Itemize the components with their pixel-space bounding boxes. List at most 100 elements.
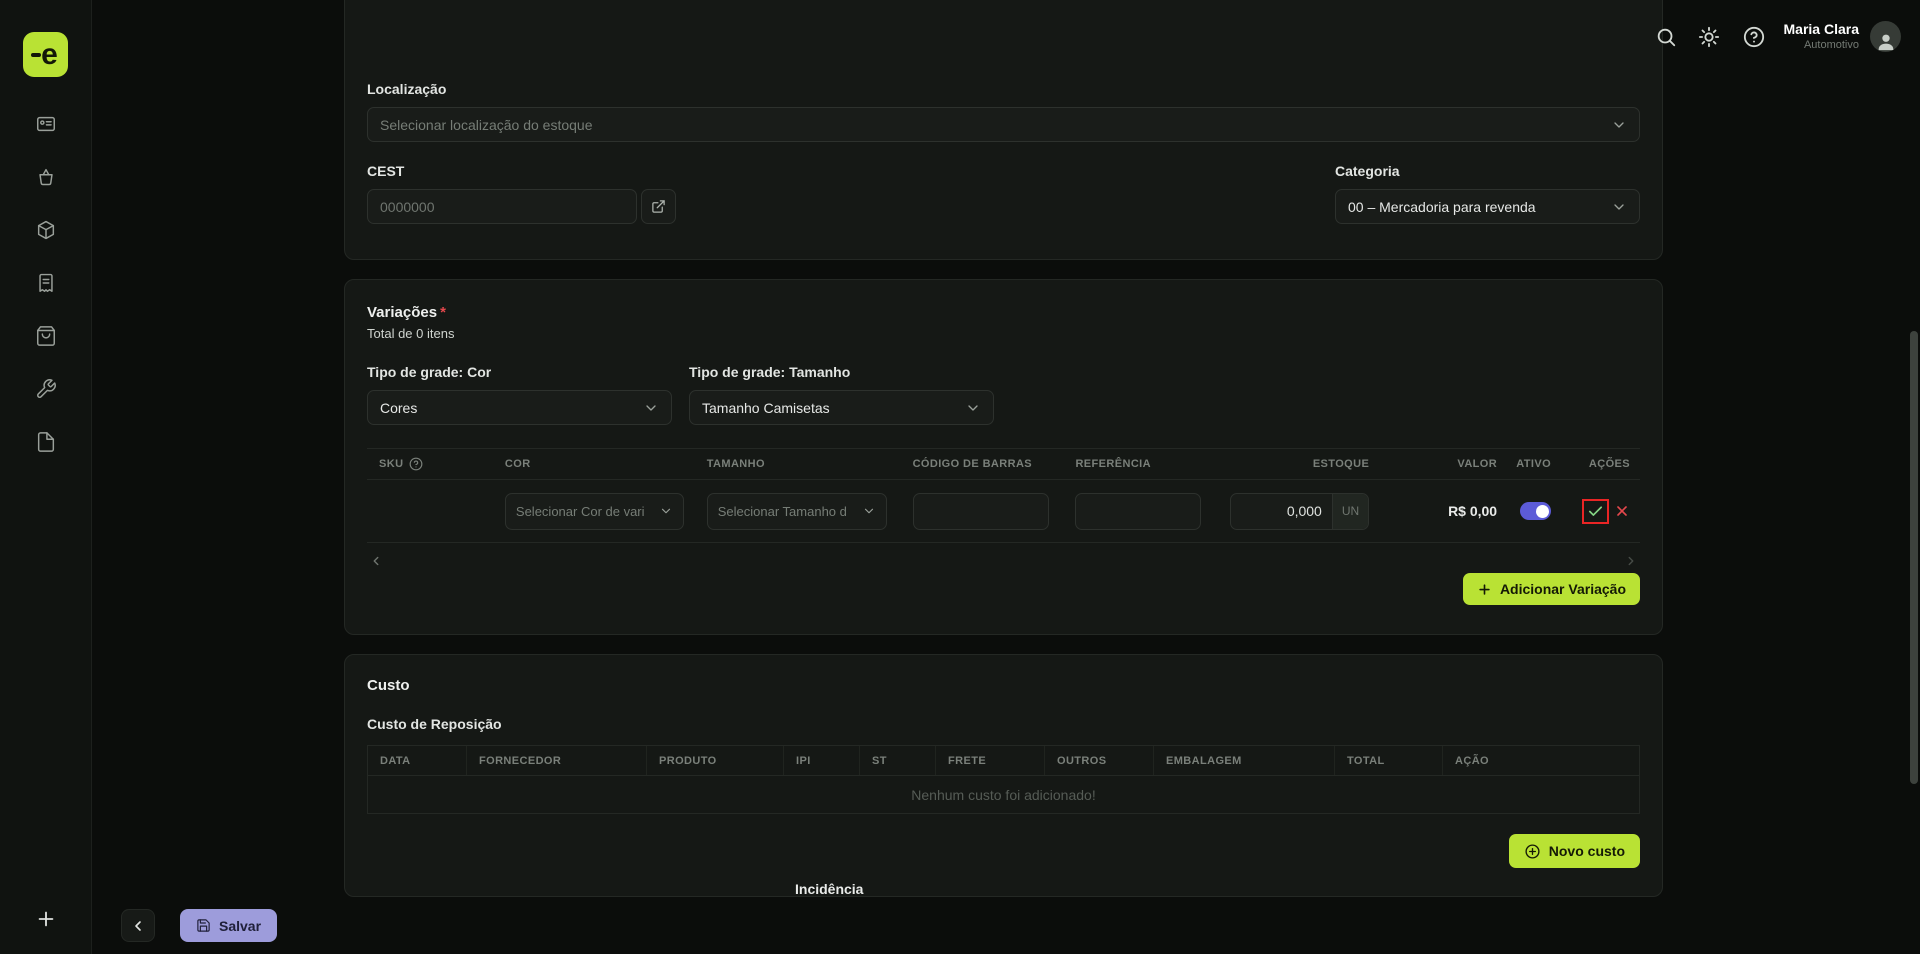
bag-icon: [35, 325, 57, 347]
cost-empty-message: Nenhum custo foi adicionado!: [368, 776, 1639, 813]
user-name: Maria Clara: [1784, 21, 1859, 39]
file-icon: [35, 431, 57, 453]
cell-valor: R$ 0,00: [1391, 503, 1501, 519]
sidebar-item-tools[interactable]: [35, 378, 57, 400]
cell-acoes: [1557, 499, 1640, 524]
header-estoque: ESTOQUE: [1221, 458, 1391, 470]
chevron-down-icon: [659, 504, 673, 518]
header-referencia: REFERÊNCIA: [1063, 458, 1221, 470]
categoria-select[interactable]: 00 – Mercadoria para revenda: [1335, 189, 1640, 224]
cell-ativo: [1501, 502, 1557, 520]
receipt-icon: [35, 272, 57, 294]
package-icon: [35, 219, 57, 241]
scrollbar-thumb[interactable]: [1910, 331, 1918, 784]
cest-lookup-button[interactable]: [641, 189, 676, 224]
x-icon: [1614, 503, 1630, 519]
cest-group: CEST: [367, 163, 676, 224]
cell-referencia: [1063, 493, 1221, 530]
chevron-down-icon: [643, 400, 659, 416]
variations-table-header: SKU COR TAMANHO CÓDIGO DE BARRAS REFERÊN…: [367, 448, 1640, 480]
new-cost-label: Novo custo: [1549, 843, 1625, 859]
sidebar-item-invoices[interactable]: [35, 272, 57, 294]
sidebar-add-button[interactable]: [35, 908, 57, 930]
new-cost-button[interactable]: Novo custo: [1509, 834, 1640, 868]
grade-tamanho-select[interactable]: Tamanho Camisetas: [689, 390, 994, 425]
cest-input[interactable]: [367, 189, 637, 224]
sidebar-item-reports[interactable]: [35, 431, 57, 453]
cest-label: CEST: [367, 163, 676, 179]
variations-card: Variações* Total de 0 itens Tipo de grad…: [344, 279, 1663, 635]
plus-icon: [1477, 582, 1492, 597]
variation-row: Selecionar Cor de vari Selecionar Tamanh…: [367, 480, 1640, 543]
ativo-toggle[interactable]: [1520, 502, 1551, 520]
user-role: Automotivo: [1784, 39, 1859, 53]
search-button[interactable]: [1655, 26, 1677, 48]
referencia-input[interactable]: [1075, 493, 1201, 530]
header-fornecedor: FORNECEDOR: [467, 746, 647, 775]
cost-table-header: DATA FORNECEDOR PRODUTO IPI ST FRETE OUT…: [368, 746, 1639, 776]
app-screen: e: [0, 0, 1920, 954]
required-asterisk: *: [440, 304, 446, 321]
external-link-icon: [651, 199, 666, 214]
sku-help-icon[interactable]: [409, 457, 423, 471]
header-acao: AÇÃO: [1443, 746, 1639, 775]
variation-tamanho-select[interactable]: Selecionar Tamanho d: [707, 493, 887, 530]
app-logo[interactable]: e: [23, 32, 68, 77]
estoque-input[interactable]: 0,000 UN: [1230, 493, 1369, 530]
incidencia-heading: Incidência: [795, 881, 1640, 897]
grade-tamanho-group: Tipo de grade: Tamanho Tamanho Camisetas: [689, 364, 994, 425]
sun-icon: [1698, 26, 1720, 48]
categoria-group: Categoria 00 – Mercadoria para revenda: [1335, 163, 1640, 224]
variations-subtitle: Total de 0 itens: [367, 326, 1640, 341]
check-icon: [1587, 503, 1604, 520]
header-embalagem: EMBALAGEM: [1154, 746, 1335, 775]
header-sku: SKU: [367, 457, 493, 471]
header-total: TOTAL: [1335, 746, 1443, 775]
sidebar-item-sales[interactable]: [35, 325, 57, 347]
scroll-left-button[interactable]: [369, 554, 383, 568]
sidebar-item-orders[interactable]: [35, 166, 57, 188]
header-st: ST: [860, 746, 936, 775]
header-sku-text: SKU: [379, 458, 403, 470]
sidebar: e: [0, 0, 92, 954]
grade-cor-select[interactable]: Cores: [367, 390, 672, 425]
header-produto: PRODUTO: [647, 746, 784, 775]
variations-title-text: Variações: [367, 304, 437, 321]
chevron-right-icon: [1624, 554, 1638, 568]
add-variation-row: Adicionar Variação: [367, 573, 1640, 605]
scroll-right-button[interactable]: [1624, 554, 1638, 568]
topbar: Maria Clara Automotivo: [1655, 21, 1901, 52]
grade-cor-group: Tipo de grade: Cor Cores: [367, 364, 672, 425]
save-button[interactable]: Salvar: [180, 909, 277, 942]
theme-toggle-button[interactable]: [1698, 26, 1720, 48]
variation-cor-select[interactable]: Selecionar Cor de vari: [505, 493, 684, 530]
codigo-barras-input[interactable]: [913, 493, 1049, 530]
add-variation-button[interactable]: Adicionar Variação: [1463, 573, 1640, 605]
localizacao-select[interactable]: Selecionar localização do estoque: [367, 107, 1640, 142]
grade-cor-value: Cores: [380, 400, 417, 416]
basket-icon: [35, 166, 57, 188]
header-cor: COR: [493, 458, 695, 470]
product-details-card: Localização Selecionar localização do es…: [344, 0, 1663, 260]
user-menu[interactable]: Maria Clara Automotivo: [1784, 21, 1901, 52]
new-cost-row: Novo custo: [367, 834, 1640, 868]
logo-letter: e: [41, 40, 58, 70]
cell-tamanho: Selecionar Tamanho d: [695, 493, 901, 530]
help-icon: [1743, 26, 1765, 48]
chevron-down-icon: [1611, 199, 1627, 215]
back-button[interactable]: [121, 909, 155, 942]
cost-title: Custo: [367, 677, 1640, 694]
help-button[interactable]: [1743, 26, 1765, 48]
person-icon: [1875, 30, 1897, 52]
variations-title: Variações*: [367, 304, 1640, 321]
remove-variation-button[interactable]: [1614, 503, 1630, 519]
confirm-variation-button[interactable]: [1587, 503, 1604, 520]
avatar[interactable]: [1870, 21, 1901, 52]
cost-table: DATA FORNECEDOR PRODUTO IPI ST FRETE OUT…: [367, 745, 1640, 814]
dashboard-icon: [35, 113, 57, 135]
plus-icon: [35, 908, 57, 930]
grade-selectors-row: Tipo de grade: Cor Cores Tipo de grade: …: [367, 364, 1640, 425]
sidebar-item-products[interactable]: [35, 219, 57, 241]
sidebar-item-dashboard[interactable]: [35, 113, 57, 135]
header-data: DATA: [368, 746, 467, 775]
